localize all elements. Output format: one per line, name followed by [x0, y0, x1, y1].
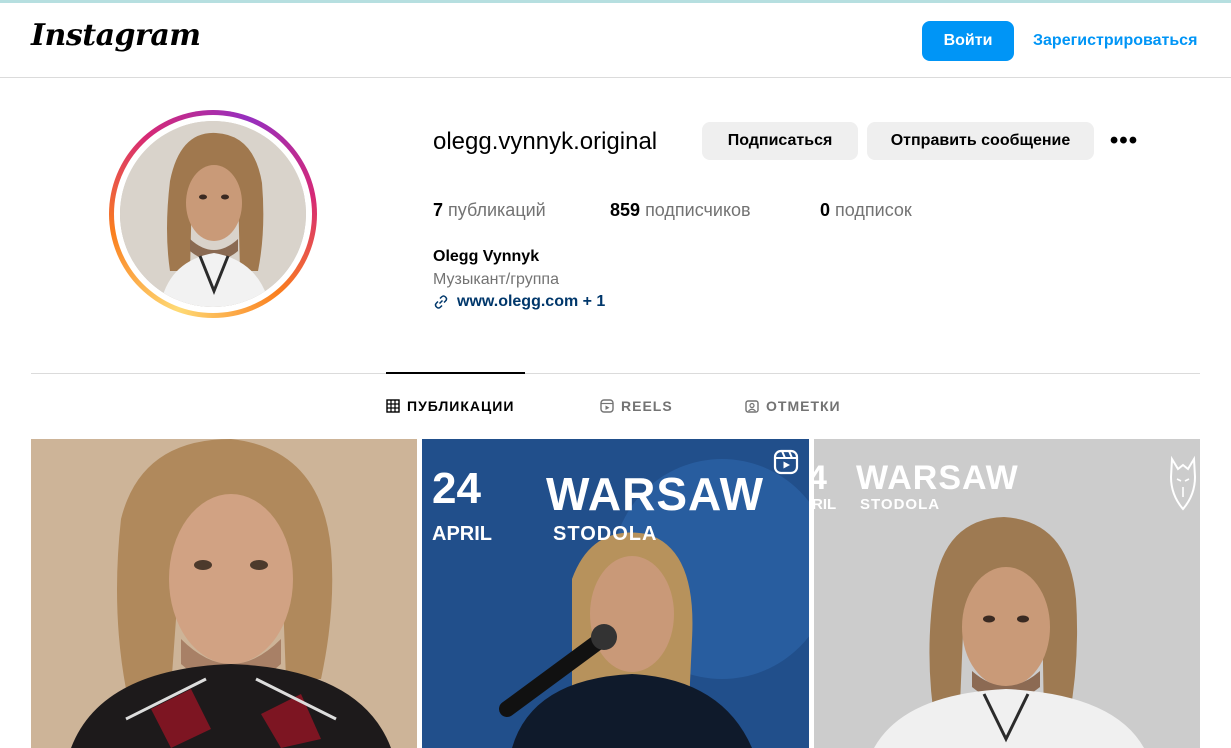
following-count-label: подписок	[835, 200, 912, 220]
post-3-city: WARSAW	[856, 459, 1019, 497]
post-2-venue: STODOLA	[553, 523, 658, 545]
top-header: Instagram Войти Зарегистрироваться	[0, 3, 1231, 78]
post-3-month: RIL	[814, 496, 837, 513]
more-options-icon[interactable]: •••	[1109, 124, 1139, 158]
tab-tagged-label: ОТМЕТКИ	[766, 398, 841, 414]
following-count-value: 0	[820, 200, 831, 220]
tab-tagged[interactable]: ОТМЕТКИ	[745, 398, 841, 414]
following-count[interactable]: 0 подписок	[820, 200, 912, 221]
profile-username: olegg.vynnyk.original	[433, 128, 658, 155]
tagged-icon	[745, 400, 759, 413]
post-thumbnail-1[interactable]	[31, 439, 417, 748]
active-tab-indicator	[386, 372, 525, 374]
post-1-portrait-illustration	[31, 439, 417, 748]
post-thumbnail-2[interactable]: 24 APRIL WARSAW STODOLA	[422, 439, 809, 748]
tab-reels-label: REELS	[621, 398, 673, 414]
post-2-date: 24	[432, 464, 481, 513]
send-message-button[interactable]: Отправить сообщение	[867, 122, 1094, 160]
wolf-logo-icon	[1169, 455, 1197, 511]
follow-button[interactable]: Подписаться	[702, 122, 858, 160]
login-button[interactable]: Войти	[922, 21, 1014, 61]
link-icon	[434, 295, 448, 309]
post-thumbnail-3[interactable]: 4 RIL WARSAW STODOLA	[814, 439, 1200, 748]
post-3-date: 4	[814, 459, 827, 497]
followers-count-label: подписчиков	[645, 200, 751, 220]
post-2-month: APRIL	[432, 523, 492, 545]
followers-count-value: 859	[610, 200, 641, 220]
posts-count[interactable]: 7 публикаций	[433, 200, 546, 221]
post-2-city: WARSAW	[546, 468, 765, 520]
register-link[interactable]: Зарегистрироваться	[1033, 32, 1197, 50]
followers-count[interactable]: 859 подписчиков	[610, 200, 751, 221]
reels-icon	[600, 399, 614, 413]
post-3-venue: STODOLA	[860, 496, 941, 513]
tab-posts[interactable]: ПУБЛИКАЦИИ	[386, 398, 514, 414]
reel-badge-icon	[773, 449, 799, 475]
tab-posts-label: ПУБЛИКАЦИИ	[407, 398, 515, 414]
posts-count-label: публикаций	[448, 200, 546, 220]
grid-icon	[386, 399, 400, 413]
avatar-photo	[120, 121, 306, 307]
website-text: www.olegg.com + 1	[457, 293, 606, 310]
tabs-divider	[31, 373, 1200, 374]
profile-category: Музыкант/группа	[433, 271, 559, 288]
profile-full-name: Olegg Vynnyk	[433, 248, 540, 265]
avatar-portrait-illustration	[120, 121, 306, 307]
posts-count-value: 7	[433, 200, 444, 220]
profile-avatar[interactable]	[109, 110, 317, 318]
tab-reels[interactable]: REELS	[600, 398, 673, 414]
profile-website-link[interactable]: www.olegg.com + 1	[433, 293, 605, 311]
instagram-logo[interactable]: Instagram	[31, 18, 201, 53]
